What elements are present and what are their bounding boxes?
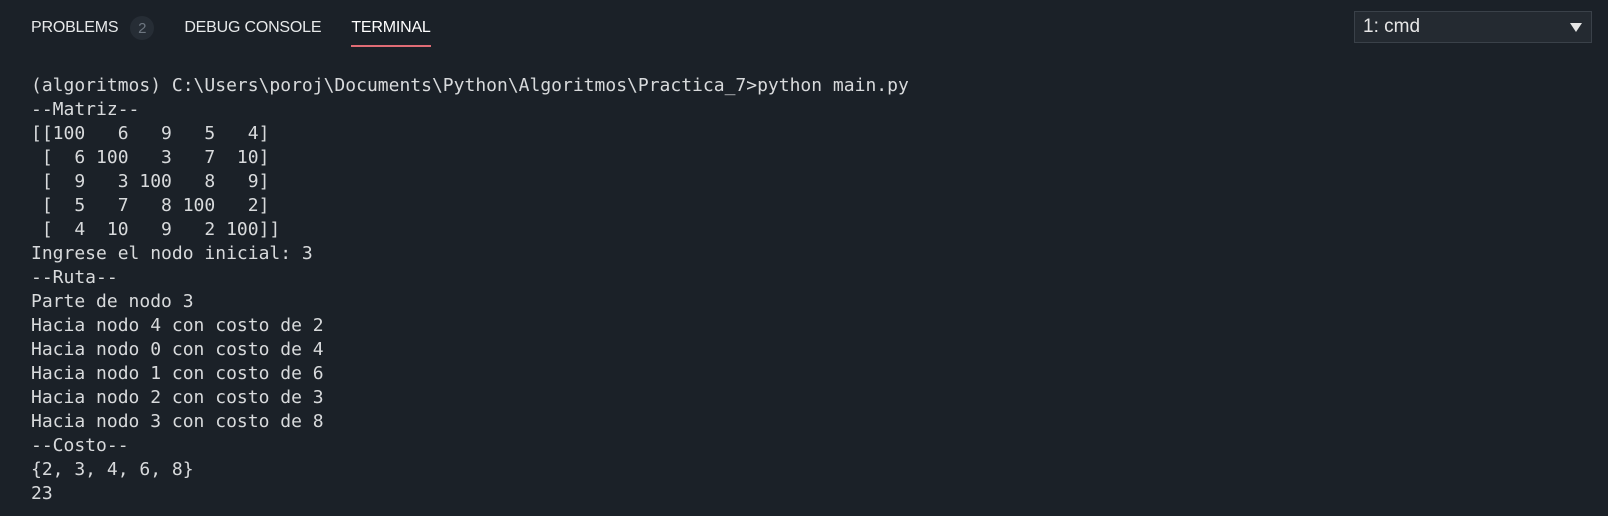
terminal-line: Hacia nodo 3 con costo de 8 <box>31 411 324 432</box>
terminal-line: Hacia nodo 4 con costo de 2 <box>31 315 324 336</box>
tab-terminal-label: TERMINAL <box>351 19 431 36</box>
tab-terminal[interactable]: TERMINAL <box>351 0 431 56</box>
terminal-line: --Ruta-- <box>31 267 118 288</box>
tab-problems-label: PROBLEMS <box>31 19 119 36</box>
chevron-down-icon <box>1570 22 1582 32</box>
terminal-instance-value: 1: cmd <box>1363 16 1421 37</box>
terminal-line: Hacia nodo 0 con costo de 4 <box>31 339 324 360</box>
terminal-line: Parte de nodo 3 <box>31 291 194 312</box>
terminal-line: --Costo-- <box>31 435 129 456</box>
terminal-line: {2, 3, 4, 6, 8} <box>31 459 194 480</box>
terminal-line: Hacia nodo 2 con costo de 3 <box>31 387 324 408</box>
terminal-line: Hacia nodo 1 con costo de 6 <box>31 363 324 384</box>
terminal-line: --Matriz-- <box>31 99 140 120</box>
tab-problems[interactable]: PROBLEMS 2 <box>31 0 155 56</box>
terminal-line: 23 <box>31 483 53 504</box>
tab-debug-console-label: DEBUG CONSOLE <box>184 19 322 36</box>
tab-debug-console[interactable]: DEBUG CONSOLE <box>184 0 321 56</box>
terminal-line: Ingrese el nodo inicial: 3 <box>31 243 313 264</box>
terminal-line: (algoritmos) C:\Users\poroj\Documents\Py… <box>31 75 909 96</box>
terminal-line: [ 5 7 8 100 2] <box>31 195 270 216</box>
problems-count-badge: 2 <box>130 16 155 40</box>
panel-header: PROBLEMS 2 DEBUG CONSOLE TERMINAL 1: cmd <box>0 0 1608 56</box>
terminal-line: [[100 6 9 5 4] <box>31 123 270 144</box>
panel-tabs: PROBLEMS 2 DEBUG CONSOLE TERMINAL <box>31 0 461 56</box>
terminal-output[interactable]: (algoritmos) C:\Users\poroj\Documents\Py… <box>31 74 1591 510</box>
terminal-instance-select[interactable]: 1: cmd <box>1354 11 1592 43</box>
terminal-line: [ 9 3 100 8 9] <box>31 171 270 192</box>
terminal-line: [ 4 10 9 2 100]] <box>31 219 281 240</box>
terminal-line: [ 6 100 3 7 10] <box>31 147 270 168</box>
